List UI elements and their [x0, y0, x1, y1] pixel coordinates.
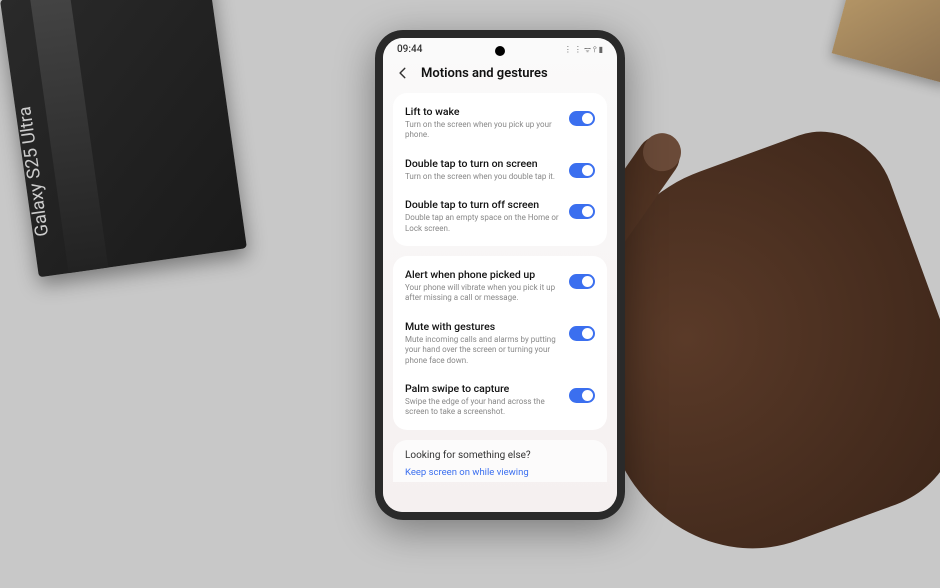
footer-link-keep-screen-on[interactable]: Keep screen on while viewing — [405, 467, 595, 478]
setting-desc: Mute incoming calls and alarms by puttin… — [405, 335, 561, 366]
footer-heading: Looking for something else? — [405, 450, 595, 461]
setting-text: Double tap to turn off screen Double tap… — [405, 198, 561, 234]
background-object — [832, 0, 940, 84]
toggle-switch[interactable] — [569, 274, 595, 289]
settings-group: Lift to wake Turn on the screen when you… — [393, 93, 607, 246]
chevron-left-icon — [396, 66, 410, 80]
toggle-switch[interactable] — [569, 111, 595, 126]
toggle-switch[interactable] — [569, 388, 595, 403]
setting-palm-swipe[interactable]: Palm swipe to capture Swipe the edge of … — [393, 374, 607, 426]
setting-title: Alert when phone picked up — [405, 268, 561, 281]
setting-desc: Turn on the screen when you double tap i… — [405, 172, 561, 182]
toggle-switch[interactable] — [569, 204, 595, 219]
phone-screen: 09:44 ⋮ ⋮ ᯤ ⫯ ▮ Motions and gestures Lif… — [383, 38, 617, 512]
setting-desc: Double tap an empty space on the Home or… — [405, 213, 561, 234]
setting-title: Double tap to turn on screen — [405, 157, 561, 170]
setting-text: Double tap to turn on screen Turn on the… — [405, 157, 561, 182]
app-header: Motions and gestures — [383, 57, 617, 89]
setting-title: Mute with gestures — [405, 320, 561, 333]
setting-text: Alert when phone picked up Your phone wi… — [405, 268, 561, 304]
settings-group: Alert when phone picked up Your phone wi… — [393, 256, 607, 430]
status-time: 09:44 — [397, 44, 422, 55]
toggle-switch[interactable] — [569, 326, 595, 341]
settings-list[interactable]: Lift to wake Turn on the screen when you… — [383, 89, 617, 512]
setting-double-tap-on[interactable]: Double tap to turn on screen Turn on the… — [393, 149, 607, 190]
setting-alert-pickup[interactable]: Alert when phone picked up Your phone wi… — [393, 260, 607, 312]
setting-title: Lift to wake — [405, 105, 561, 118]
camera-hole — [495, 46, 505, 56]
setting-lift-to-wake[interactable]: Lift to wake Turn on the screen when you… — [393, 97, 607, 149]
toggle-switch[interactable] — [569, 163, 595, 178]
footer-section: Looking for something else? Keep screen … — [393, 440, 607, 482]
status-icons: ⋮ ⋮ ᯤ ⫯ ▮ — [564, 44, 603, 55]
setting-mute-gestures[interactable]: Mute with gestures Mute incoming calls a… — [393, 312, 607, 374]
setting-desc: Turn on the screen when you pick up your… — [405, 120, 561, 141]
setting-double-tap-off[interactable]: Double tap to turn off screen Double tap… — [393, 190, 607, 242]
back-button[interactable] — [395, 65, 411, 81]
setting-title: Double tap to turn off screen — [405, 198, 561, 211]
product-box: Galaxy S25 Ultra — [0, 0, 247, 277]
setting-text: Mute with gestures Mute incoming calls a… — [405, 320, 561, 366]
page-title: Motions and gestures — [421, 66, 548, 81]
setting-desc: Swipe the edge of your hand across the s… — [405, 397, 561, 418]
setting-title: Palm swipe to capture — [405, 382, 561, 395]
setting-desc: Your phone will vibrate when you pick it… — [405, 283, 561, 304]
setting-text: Lift to wake Turn on the screen when you… — [405, 105, 561, 141]
setting-text: Palm swipe to capture Swipe the edge of … — [405, 382, 561, 418]
phone-device: 09:44 ⋮ ⋮ ᯤ ⫯ ▮ Motions and gestures Lif… — [375, 30, 625, 520]
